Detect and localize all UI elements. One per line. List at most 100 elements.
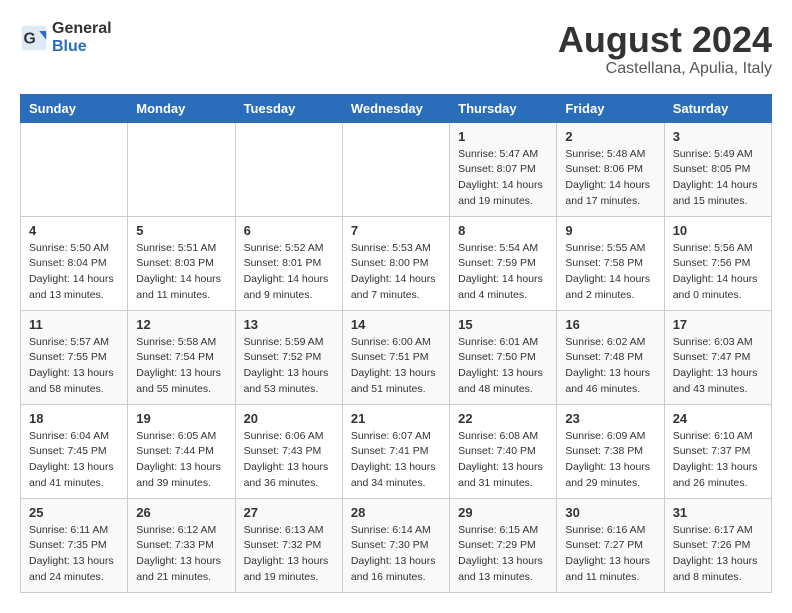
calendar-cell: 29 Sunrise: 6:15 AMSunset: 7:29 PMDaylig… bbox=[450, 498, 557, 592]
day-info: Sunrise: 6:06 AMSunset: 7:43 PMDaylight:… bbox=[244, 429, 334, 492]
page-header: G General Blue August 2024 Castellana, A… bbox=[20, 20, 772, 78]
calendar-cell bbox=[235, 122, 342, 216]
calendar-cell bbox=[21, 122, 128, 216]
day-info: Sunrise: 5:54 AMSunset: 7:59 PMDaylight:… bbox=[458, 241, 548, 304]
calendar-cell: 16 Sunrise: 6:02 AMSunset: 7:48 PMDaylig… bbox=[557, 310, 664, 404]
day-number: 16 bbox=[565, 317, 655, 332]
day-info: Sunrise: 5:53 AMSunset: 8:00 PMDaylight:… bbox=[351, 241, 441, 304]
calendar-week-row: 4 Sunrise: 5:50 AMSunset: 8:04 PMDayligh… bbox=[21, 216, 772, 310]
day-number: 29 bbox=[458, 505, 548, 520]
day-header-thursday: Thursday bbox=[450, 94, 557, 122]
day-number: 30 bbox=[565, 505, 655, 520]
calendar-cell: 14 Sunrise: 6:00 AMSunset: 7:51 PMDaylig… bbox=[342, 310, 449, 404]
calendar-cell: 25 Sunrise: 6:11 AMSunset: 7:35 PMDaylig… bbox=[21, 498, 128, 592]
calendar-cell bbox=[128, 122, 235, 216]
day-info: Sunrise: 6:09 AMSunset: 7:38 PMDaylight:… bbox=[565, 429, 655, 492]
day-number: 19 bbox=[136, 411, 226, 426]
calendar-cell: 20 Sunrise: 6:06 AMSunset: 7:43 PMDaylig… bbox=[235, 404, 342, 498]
day-header-saturday: Saturday bbox=[664, 94, 771, 122]
day-number: 3 bbox=[673, 129, 763, 144]
day-info: Sunrise: 6:12 AMSunset: 7:33 PMDaylight:… bbox=[136, 523, 226, 586]
day-info: Sunrise: 5:52 AMSunset: 8:01 PMDaylight:… bbox=[244, 241, 334, 304]
day-header-tuesday: Tuesday bbox=[235, 94, 342, 122]
day-number: 5 bbox=[136, 223, 226, 238]
day-number: 14 bbox=[351, 317, 441, 332]
day-number: 8 bbox=[458, 223, 548, 238]
day-number: 22 bbox=[458, 411, 548, 426]
day-number: 23 bbox=[565, 411, 655, 426]
day-info: Sunrise: 5:59 AMSunset: 7:52 PMDaylight:… bbox=[244, 335, 334, 398]
day-info: Sunrise: 6:13 AMSunset: 7:32 PMDaylight:… bbox=[244, 523, 334, 586]
day-number: 2 bbox=[565, 129, 655, 144]
calendar-cell: 26 Sunrise: 6:12 AMSunset: 7:33 PMDaylig… bbox=[128, 498, 235, 592]
day-number: 4 bbox=[29, 223, 119, 238]
day-number: 1 bbox=[458, 129, 548, 144]
calendar-week-row: 11 Sunrise: 5:57 AMSunset: 7:55 PMDaylig… bbox=[21, 310, 772, 404]
calendar-cell: 1 Sunrise: 5:47 AMSunset: 8:07 PMDayligh… bbox=[450, 122, 557, 216]
calendar-cell: 30 Sunrise: 6:16 AMSunset: 7:27 PMDaylig… bbox=[557, 498, 664, 592]
day-info: Sunrise: 6:11 AMSunset: 7:35 PMDaylight:… bbox=[29, 523, 119, 586]
day-info: Sunrise: 6:07 AMSunset: 7:41 PMDaylight:… bbox=[351, 429, 441, 492]
day-info: Sunrise: 5:55 AMSunset: 7:58 PMDaylight:… bbox=[565, 241, 655, 304]
calendar-cell: 27 Sunrise: 6:13 AMSunset: 7:32 PMDaylig… bbox=[235, 498, 342, 592]
calendar-cell: 17 Sunrise: 6:03 AMSunset: 7:47 PMDaylig… bbox=[664, 310, 771, 404]
day-number: 7 bbox=[351, 223, 441, 238]
calendar-cell: 9 Sunrise: 5:55 AMSunset: 7:58 PMDayligh… bbox=[557, 216, 664, 310]
day-info: Sunrise: 6:15 AMSunset: 7:29 PMDaylight:… bbox=[458, 523, 548, 586]
day-info: Sunrise: 6:01 AMSunset: 7:50 PMDaylight:… bbox=[458, 335, 548, 398]
calendar-week-row: 25 Sunrise: 6:11 AMSunset: 7:35 PMDaylig… bbox=[21, 498, 772, 592]
logo-general: General bbox=[52, 20, 112, 37]
day-number: 6 bbox=[244, 223, 334, 238]
calendar-cell: 2 Sunrise: 5:48 AMSunset: 8:06 PMDayligh… bbox=[557, 122, 664, 216]
day-number: 27 bbox=[244, 505, 334, 520]
calendar-cell: 19 Sunrise: 6:05 AMSunset: 7:44 PMDaylig… bbox=[128, 404, 235, 498]
calendar-cell: 12 Sunrise: 5:58 AMSunset: 7:54 PMDaylig… bbox=[128, 310, 235, 404]
calendar-week-row: 1 Sunrise: 5:47 AMSunset: 8:07 PMDayligh… bbox=[21, 122, 772, 216]
calendar-cell: 24 Sunrise: 6:10 AMSunset: 7:37 PMDaylig… bbox=[664, 404, 771, 498]
title-block: August 2024 Castellana, Apulia, Italy bbox=[558, 20, 772, 78]
calendar-cell: 10 Sunrise: 5:56 AMSunset: 7:56 PMDaylig… bbox=[664, 216, 771, 310]
day-number: 24 bbox=[673, 411, 763, 426]
day-info: Sunrise: 6:10 AMSunset: 7:37 PMDaylight:… bbox=[673, 429, 763, 492]
calendar-cell: 22 Sunrise: 6:08 AMSunset: 7:40 PMDaylig… bbox=[450, 404, 557, 498]
day-number: 26 bbox=[136, 505, 226, 520]
day-info: Sunrise: 6:00 AMSunset: 7:51 PMDaylight:… bbox=[351, 335, 441, 398]
day-number: 15 bbox=[458, 317, 548, 332]
day-header-monday: Monday bbox=[128, 94, 235, 122]
day-number: 25 bbox=[29, 505, 119, 520]
day-info: Sunrise: 6:04 AMSunset: 7:45 PMDaylight:… bbox=[29, 429, 119, 492]
day-number: 31 bbox=[673, 505, 763, 520]
day-header-friday: Friday bbox=[557, 94, 664, 122]
calendar-cell: 4 Sunrise: 5:50 AMSunset: 8:04 PMDayligh… bbox=[21, 216, 128, 310]
day-number: 18 bbox=[29, 411, 119, 426]
logo-blue: Blue bbox=[52, 38, 87, 55]
day-info: Sunrise: 5:47 AMSunset: 8:07 PMDaylight:… bbox=[458, 147, 548, 210]
calendar-header-row: SundayMondayTuesdayWednesdayThursdayFrid… bbox=[21, 94, 772, 122]
calendar-cell: 11 Sunrise: 5:57 AMSunset: 7:55 PMDaylig… bbox=[21, 310, 128, 404]
calendar-cell: 3 Sunrise: 5:49 AMSunset: 8:05 PMDayligh… bbox=[664, 122, 771, 216]
calendar-cell: 28 Sunrise: 6:14 AMSunset: 7:30 PMDaylig… bbox=[342, 498, 449, 592]
day-info: Sunrise: 6:02 AMSunset: 7:48 PMDaylight:… bbox=[565, 335, 655, 398]
day-number: 13 bbox=[244, 317, 334, 332]
calendar-cell: 21 Sunrise: 6:07 AMSunset: 7:41 PMDaylig… bbox=[342, 404, 449, 498]
day-info: Sunrise: 6:08 AMSunset: 7:40 PMDaylight:… bbox=[458, 429, 548, 492]
day-info: Sunrise: 6:16 AMSunset: 7:27 PMDaylight:… bbox=[565, 523, 655, 586]
day-info: Sunrise: 6:14 AMSunset: 7:30 PMDaylight:… bbox=[351, 523, 441, 586]
day-number: 28 bbox=[351, 505, 441, 520]
day-number: 17 bbox=[673, 317, 763, 332]
calendar-cell: 6 Sunrise: 5:52 AMSunset: 8:01 PMDayligh… bbox=[235, 216, 342, 310]
day-info: Sunrise: 6:05 AMSunset: 7:44 PMDaylight:… bbox=[136, 429, 226, 492]
day-number: 12 bbox=[136, 317, 226, 332]
calendar-cell: 31 Sunrise: 6:17 AMSunset: 7:26 PMDaylig… bbox=[664, 498, 771, 592]
calendar-cell: 8 Sunrise: 5:54 AMSunset: 7:59 PMDayligh… bbox=[450, 216, 557, 310]
day-number: 10 bbox=[673, 223, 763, 238]
calendar-cell: 15 Sunrise: 6:01 AMSunset: 7:50 PMDaylig… bbox=[450, 310, 557, 404]
calendar-table: SundayMondayTuesdayWednesdayThursdayFrid… bbox=[20, 94, 772, 593]
day-number: 21 bbox=[351, 411, 441, 426]
day-info: Sunrise: 5:58 AMSunset: 7:54 PMDaylight:… bbox=[136, 335, 226, 398]
day-header-sunday: Sunday bbox=[21, 94, 128, 122]
day-info: Sunrise: 5:48 AMSunset: 8:06 PMDaylight:… bbox=[565, 147, 655, 210]
logo: G General Blue bbox=[20, 20, 112, 56]
day-number: 20 bbox=[244, 411, 334, 426]
calendar-cell: 7 Sunrise: 5:53 AMSunset: 8:00 PMDayligh… bbox=[342, 216, 449, 310]
